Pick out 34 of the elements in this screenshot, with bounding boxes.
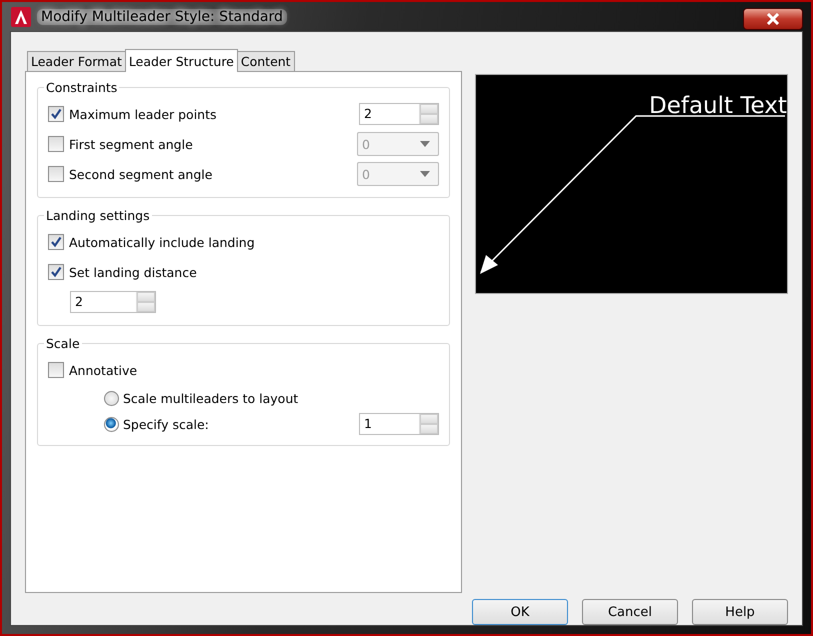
close-icon	[766, 13, 780, 25]
radio-label[interactable]: Scale multileaders to layout	[123, 390, 298, 406]
dialog-button[interactable]: OK	[472, 599, 568, 625]
close-button[interactable]	[743, 8, 803, 30]
preview-text: Default Text	[649, 93, 787, 119]
number-spinner[interactable]: 1	[359, 413, 439, 435]
checkbox[interactable]	[48, 136, 64, 152]
group-title: Scale	[45, 336, 81, 351]
group-title: Constraints	[45, 80, 118, 95]
checkbox-label[interactable]: Second segment angle	[69, 166, 212, 182]
dialog-button[interactable]: Help	[692, 599, 788, 625]
checkbox-label[interactable]: Set landing distance	[69, 264, 197, 280]
dropdown-arrow-icon	[420, 171, 430, 177]
number-spinner[interactable]: 2	[70, 291, 156, 313]
checkbox-label[interactable]: Automatically include landing	[69, 234, 255, 250]
checkbox[interactable]	[48, 234, 64, 250]
radio-button[interactable]	[104, 416, 119, 432]
checkbox-label[interactable]: First segment angle	[69, 136, 193, 152]
tab[interactable]: Leader Format	[27, 51, 126, 71]
number-spinner[interactable]: 2	[359, 103, 439, 125]
checkbox[interactable]	[48, 106, 64, 122]
tab[interactable]: Content	[236, 51, 295, 71]
app-logo-icon	[11, 6, 31, 26]
checkbox[interactable]	[48, 264, 64, 280]
tab[interactable]: Leader Structure	[124, 49, 238, 72]
radio-button[interactable]	[104, 390, 119, 406]
dropdown-arrow-icon	[420, 141, 430, 147]
checkbox[interactable]	[48, 166, 64, 182]
dialog-button[interactable]: Cancel	[582, 599, 678, 625]
group-title: Landing settings	[45, 208, 151, 223]
checkbox-label[interactable]: Annotative	[69, 362, 138, 378]
checkbox[interactable]	[48, 362, 64, 378]
checkbox-label[interactable]: Maximum leader points	[69, 106, 217, 122]
radio-label[interactable]: Specify scale:	[123, 416, 209, 432]
